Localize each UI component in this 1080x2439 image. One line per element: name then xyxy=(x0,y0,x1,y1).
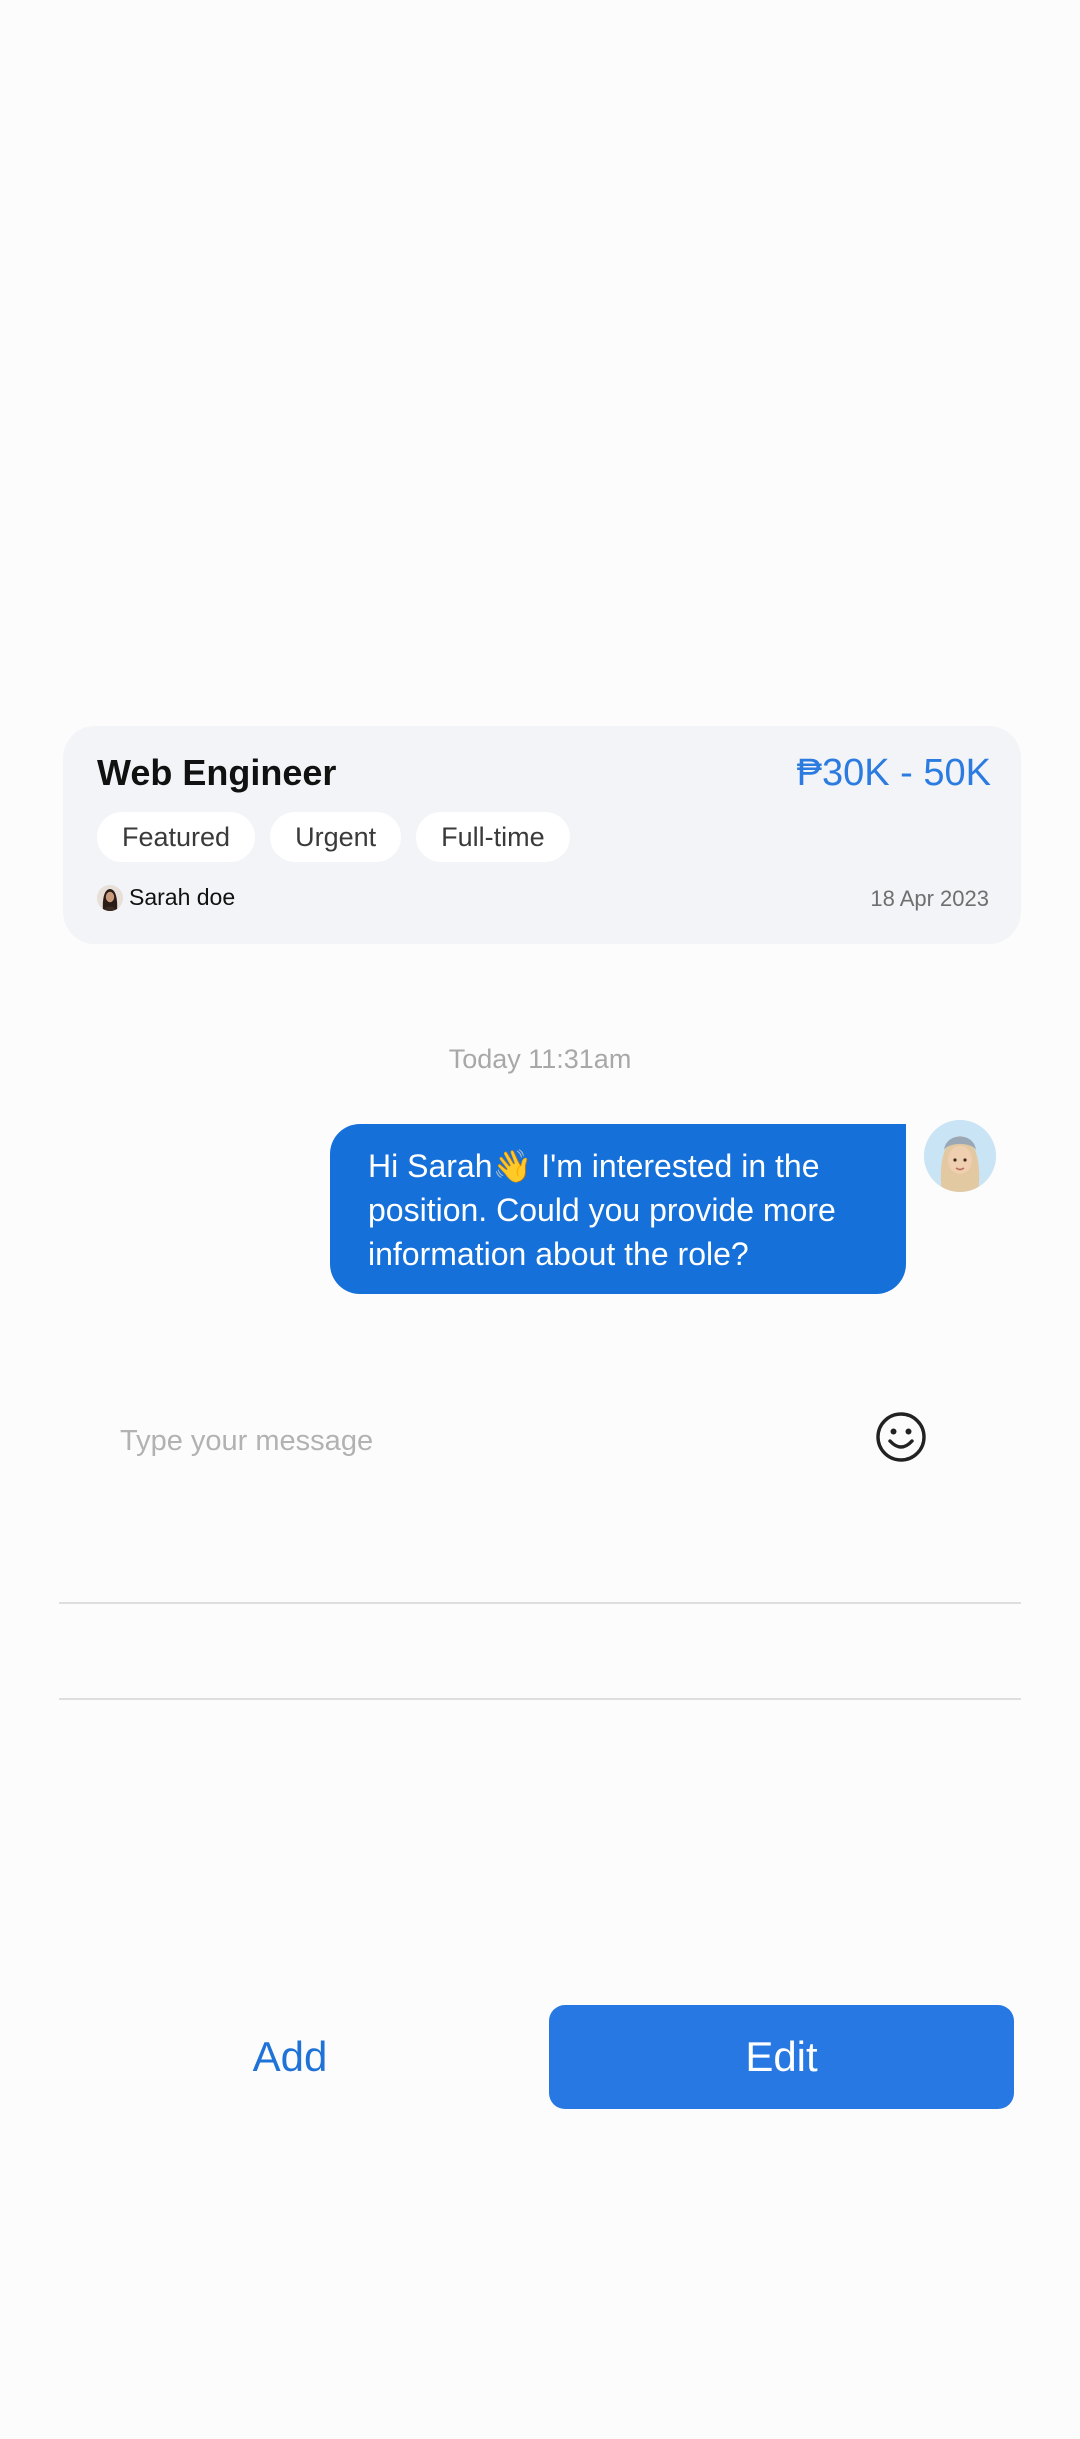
poster-avatar xyxy=(97,884,123,911)
tag-urgent: Urgent xyxy=(270,812,402,862)
message-input[interactable] xyxy=(118,1410,822,1472)
divider xyxy=(59,1698,1021,1700)
message-line: information about the role? xyxy=(368,1236,749,1272)
user-avatar xyxy=(924,1120,996,1192)
poster-name: Sarah doe xyxy=(129,884,236,910)
salary-range: ₱30K - 50K xyxy=(796,752,991,794)
post-date: 18 Apr 2023 xyxy=(870,886,989,911)
smiley-face-icon[interactable] xyxy=(874,1410,928,1464)
job-card[interactable]: Web Engineer ₱30K - 50K Featured Urgent … xyxy=(63,726,1021,944)
add-button[interactable]: Add xyxy=(150,2005,430,2109)
chat-timestamp: Today 11:31am xyxy=(448,1044,632,1074)
job-poster: Sarah doe xyxy=(97,884,235,911)
tag-featured: Featured xyxy=(97,812,256,862)
job-tags: Featured Urgent Full-time xyxy=(97,812,570,862)
job-title: Web Engineer xyxy=(97,752,337,793)
tag-full-time: Full-time xyxy=(416,812,570,862)
message-line: Hi Sarah👋 I'm interested in the xyxy=(368,1148,820,1184)
edit-button[interactable]: Edit xyxy=(549,2005,1014,2109)
divider xyxy=(59,1602,1021,1604)
message-line: position. Could you provide more xyxy=(368,1192,836,1228)
message-bubble: Hi Sarah👋 I'm interested in the position… xyxy=(330,1124,906,1294)
